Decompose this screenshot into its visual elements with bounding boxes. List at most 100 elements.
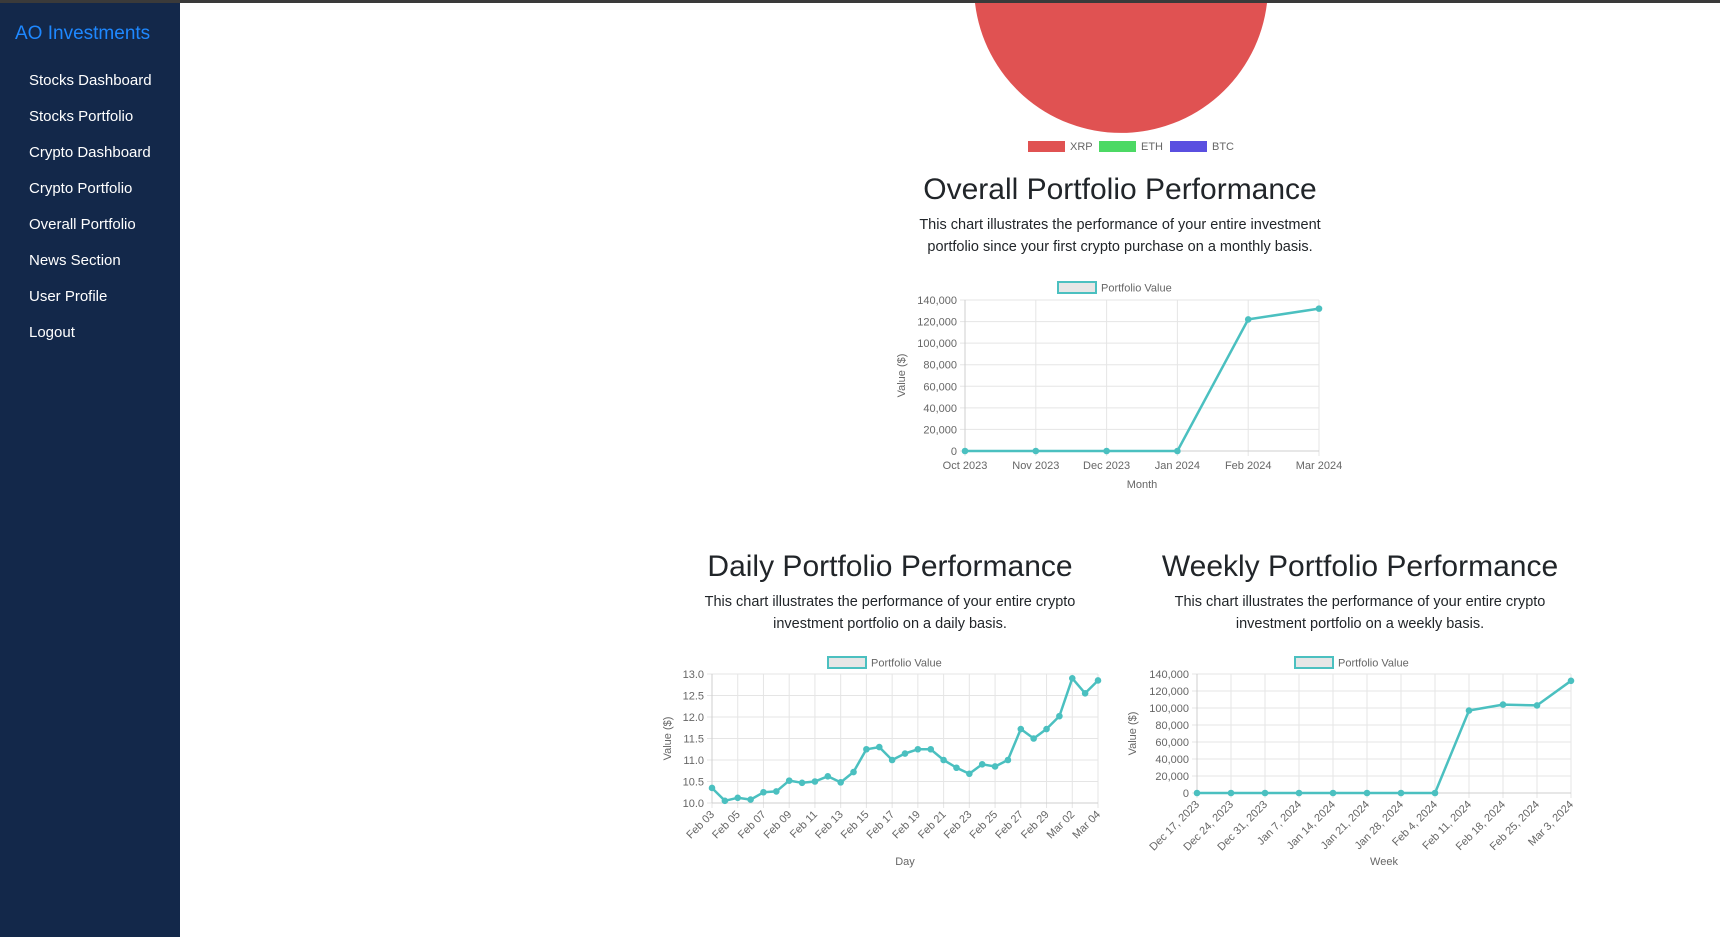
weekly-legend-swatch — [1294, 656, 1334, 669]
pie-slice-xrp[interactable] — [975, 3, 1267, 133]
daily-data-point[interactable] — [940, 756, 947, 764]
daily-data-point[interactable] — [888, 756, 896, 764]
overall-data-point[interactable] — [1103, 447, 1110, 455]
overall-x-tick-label: Mar 2024 — [1296, 460, 1342, 472]
overall-description: This chart illustrates the performance o… — [919, 217, 1321, 255]
daily-data-point[interactable] — [1056, 712, 1063, 720]
sidebar-item-logout[interactable]: Logout — [0, 315, 180, 351]
overall-data-point[interactable] — [1174, 447, 1181, 455]
sidebar-item-stocks-portfolio[interactable]: Stocks Portfolio — [0, 99, 180, 135]
daily-data-point[interactable] — [966, 770, 973, 778]
daily-data-point[interactable] — [901, 750, 909, 757]
weekly-legend-label: Portfolio Value — [1338, 658, 1409, 670]
daily-x-tick-label: Feb 29 — [1019, 809, 1052, 842]
overall-data-point[interactable] — [1032, 447, 1040, 455]
sidebar-item-crypto-dashboard[interactable]: Crypto Dashboard — [0, 135, 180, 171]
weekly-data-point[interactable] — [1499, 701, 1507, 708]
weekly-data-point[interactable] — [1363, 789, 1371, 797]
daily-data-point[interactable] — [837, 779, 844, 786]
overall-y-tick-label: 40,000 — [923, 403, 957, 415]
daily-data-point[interactable] — [785, 777, 793, 784]
daily-y-tick-label: 11.0 — [683, 755, 704, 767]
daily-y-tick-label: 10.0 — [683, 798, 704, 810]
daily-legend-label: Portfolio Value — [871, 658, 942, 670]
daily-y-tick-label: 11.5 — [683, 734, 704, 746]
weekly-data-point[interactable] — [1533, 702, 1541, 709]
daily-data-point[interactable] — [1004, 756, 1012, 764]
weekly-performance-section: Weekly Portfolio Performance This chart … — [1120, 549, 1600, 635]
weekly-performance-chart: Portfolio Value 0 20,000 40,000 60,000 80,000… — [1127, 656, 1576, 868]
weekly-data-point[interactable] — [1465, 707, 1473, 714]
daily-data-point[interactable] — [978, 761, 986, 768]
window-top-border — [0, 0, 1720, 3]
overall-data-point[interactable] — [1244, 316, 1252, 323]
weekly-y-tick-label: 20,000 — [1155, 771, 1189, 783]
daily-data-point[interactable] — [824, 773, 832, 780]
daily-data-point[interactable] — [721, 797, 729, 805]
daily-x-tick-label: Feb 15 — [839, 809, 872, 842]
sidebar-nav: Stocks Dashboard Stocks Portfolio Crypto… — [0, 63, 180, 351]
daily-data-point[interactable] — [1043, 725, 1050, 733]
daily-x-tick-label: Feb 21 — [916, 809, 949, 842]
daily-data-point[interactable] — [850, 768, 857, 776]
daily-x-tick-label: Feb 27 — [993, 809, 1026, 842]
weekly-y-tick-label: 40,000 — [1155, 754, 1189, 766]
weekly-y-axis-title: Value ($) — [1127, 712, 1139, 756]
daily-performance-section: Daily Portfolio Performance This chart i… — [650, 549, 1130, 635]
weekly-title: Weekly Portfolio Performance — [1161, 550, 1559, 583]
daily-data-point[interactable] — [773, 788, 780, 795]
weekly-data-point[interactable] — [1227, 789, 1235, 797]
sidebar-item-overall-portfolio[interactable]: Overall Portfolio — [0, 207, 180, 243]
sidebar-item-user-profile[interactable]: User Profile — [0, 279, 180, 315]
daily-x-tick-label: Feb 09 — [762, 809, 795, 842]
overall-data-point[interactable] — [1315, 305, 1323, 312]
weekly-x-axis-title: Week — [1370, 856, 1398, 868]
legend-swatch-eth — [1099, 141, 1136, 152]
weekly-data-point[interactable] — [1193, 789, 1201, 797]
daily-x-tick-label: Mar 02 — [1045, 809, 1078, 842]
weekly-data-point[interactable] — [1431, 789, 1439, 797]
daily-data-point[interactable] — [1081, 690, 1089, 697]
daily-data-point[interactable] — [953, 764, 960, 772]
daily-description: This chart illustrates the performance o… — [704, 594, 1076, 632]
daily-data-point[interactable] — [811, 778, 819, 785]
sidebar-item-news-section[interactable]: News Section — [0, 243, 180, 279]
weekly-data-point[interactable] — [1567, 677, 1575, 685]
daily-data-point[interactable] — [863, 745, 870, 753]
daily-data-point[interactable] — [1068, 675, 1076, 682]
weekly-data-point[interactable] — [1261, 789, 1269, 797]
daily-data-point[interactable] — [798, 779, 806, 787]
daily-x-tick-label: Feb 17 — [865, 809, 898, 842]
weekly-data-point[interactable] — [1397, 789, 1405, 797]
weekly-data-point[interactable] — [1329, 789, 1337, 797]
sidebar-item-crypto-portfolio[interactable]: Crypto Portfolio — [0, 171, 180, 207]
overall-y-tick-label: 20,000 — [923, 424, 957, 436]
sidebar-item-stocks-dashboard[interactable]: Stocks Dashboard — [0, 63, 180, 99]
daily-data-point[interactable] — [1017, 725, 1025, 733]
sidebar: AO Investments Stocks Dashboard Stocks P… — [0, 3, 180, 937]
brand-link[interactable]: AO Investments — [15, 23, 150, 45]
daily-x-tick-label: Feb 07 — [736, 809, 769, 842]
daily-data-point[interactable] — [747, 796, 754, 803]
overall-performance-chart: Portfolio Value 0 20,000 40,000 60,000 80,000… — [896, 281, 1342, 491]
daily-data-point[interactable] — [760, 788, 767, 796]
daily-title: Daily Portfolio Performance — [707, 550, 1073, 583]
daily-data-point[interactable] — [1094, 677, 1102, 684]
overall-data-point[interactable] — [961, 447, 969, 455]
weekly-data-point[interactable] — [1295, 789, 1303, 797]
daily-data-point[interactable] — [914, 745, 922, 753]
overall-legend-label: Portfolio Value — [1101, 283, 1172, 295]
daily-data-point[interactable] — [927, 745, 935, 753]
daily-x-tick-label: Feb 05 — [710, 809, 743, 842]
daily-data-point[interactable] — [875, 743, 883, 751]
daily-data-point[interactable] — [734, 794, 742, 802]
weekly-y-tick-label: 120,000 — [1149, 686, 1189, 698]
overall-x-tick-label: Oct 2023 — [943, 460, 988, 472]
daily-data-point[interactable] — [991, 763, 999, 770]
weekly-y-tick-label: 80,000 — [1155, 720, 1189, 732]
daily-data-point[interactable] — [708, 784, 716, 792]
legend-swatch-xrp — [1028, 141, 1065, 152]
daily-data-point[interactable] — [1030, 735, 1037, 742]
overall-x-tick-label: Jan 2024 — [1155, 460, 1200, 472]
legend-label-xrp: XRP — [1070, 141, 1093, 153]
